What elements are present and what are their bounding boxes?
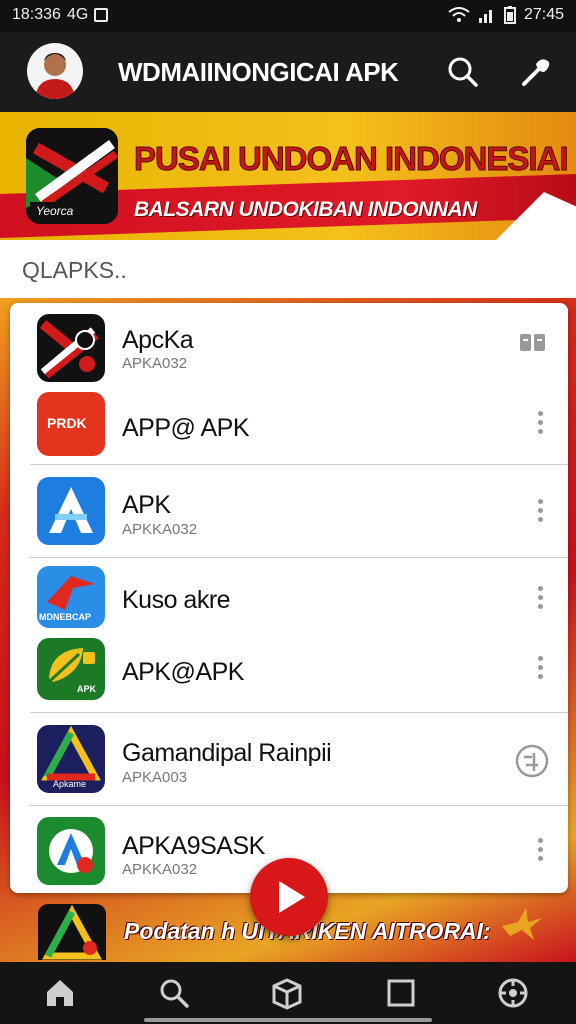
- red-arrow-icon: MDNEBCAP: [37, 566, 105, 628]
- app-name: ApcKa: [122, 326, 194, 354]
- status-bar: 18:336 4G 27:45: [0, 0, 576, 32]
- icon-label: MDNEBCAP: [39, 612, 92, 622]
- app-subtitle: APKKA032: [122, 861, 198, 878]
- app-subtitle: APKA032: [122, 355, 188, 372]
- play-button[interactable]: [250, 858, 328, 936]
- compass-icon[interactable]: [496, 976, 530, 1010]
- status-clock: 27:45: [523, 6, 564, 23]
- app-bar: WDMAIINONGICAI APK: [0, 32, 576, 112]
- list-item[interactable]: PRDK APP@ APK: [10, 381, 568, 465]
- home-icon[interactable]: [43, 976, 77, 1010]
- app-name: Kuso akre: [122, 586, 231, 614]
- app-name: APKA9SASK: [122, 832, 265, 860]
- gesture-handle: [144, 1018, 432, 1022]
- icon-label: PRDK: [47, 415, 87, 431]
- more-icon[interactable]: [530, 499, 550, 529]
- list-item[interactable]: ApcKa APKA032: [10, 303, 568, 382]
- square-icon[interactable]: [384, 976, 418, 1010]
- search-input[interactable]: [20, 252, 554, 288]
- green-a-icon: [37, 817, 105, 885]
- triangle-a-icon: Apkame: [37, 725, 105, 793]
- search-icon[interactable]: [157, 976, 191, 1010]
- list-item[interactable]: APK APKKA032: [10, 465, 568, 557]
- battery-icon: [503, 6, 516, 24]
- tools-icon[interactable]: [516, 52, 556, 92]
- app-subtitle: APKKA032: [122, 521, 198, 538]
- app-name: Gamandipal Rainpii: [122, 739, 332, 767]
- status-time: 18:336: [12, 6, 61, 23]
- x-flag-icon: [37, 314, 105, 382]
- more-icon[interactable]: [530, 656, 550, 686]
- more-icon[interactable]: [530, 838, 550, 868]
- banner-subtitle: BALSARN UNDOKIBAN INDONNAN: [134, 198, 477, 221]
- box-icon[interactable]: [270, 976, 304, 1010]
- a-store-icon: [37, 477, 105, 545]
- more-icon[interactable]: [530, 411, 550, 441]
- icon-label: APK: [77, 684, 97, 694]
- app-name: APK: [122, 491, 171, 519]
- app-subtitle: APKA003: [122, 769, 188, 786]
- notification-icon: [94, 8, 109, 22]
- more-icon[interactable]: [530, 586, 550, 616]
- list-item[interactable]: MDNEBCAP Kuso akre: [10, 558, 568, 632]
- app-name: APP@ APK: [122, 414, 250, 442]
- bird-icon: [502, 908, 542, 940]
- banner-logo-text: Yeorca: [36, 204, 74, 218]
- wifi-icon: [448, 7, 470, 22]
- avatar[interactable]: [27, 43, 83, 99]
- status-network: 4G: [66, 6, 89, 23]
- icon-label: Apkame: [53, 779, 87, 789]
- search-bar: [0, 240, 576, 298]
- prdk-icon: PRDK: [37, 392, 105, 456]
- app-name: APK@APK: [122, 658, 244, 686]
- bottom-nav: [0, 962, 576, 1024]
- list-item[interactable]: Apkame Gamandipal Rainpii APKA003: [10, 713, 568, 805]
- promo-logo: [38, 904, 106, 960]
- app-list: ApcKa APKA032 PRDK APP@ APK APK APKKA032: [10, 303, 568, 893]
- banner-logo: Yeorca: [26, 128, 118, 224]
- signal-icon: [478, 10, 492, 23]
- book-icon[interactable]: [518, 331, 548, 355]
- banner-title: PUSAI UNDOAN INDONESIAI: [134, 140, 570, 178]
- list-item[interactable]: APK APK@APK: [10, 632, 568, 712]
- search-icon[interactable]: [443, 52, 483, 92]
- app-title: WDMAIINONGICAI APK: [118, 57, 399, 87]
- globe-icon[interactable]: [514, 743, 550, 779]
- leaf-icon: APK: [37, 638, 105, 700]
